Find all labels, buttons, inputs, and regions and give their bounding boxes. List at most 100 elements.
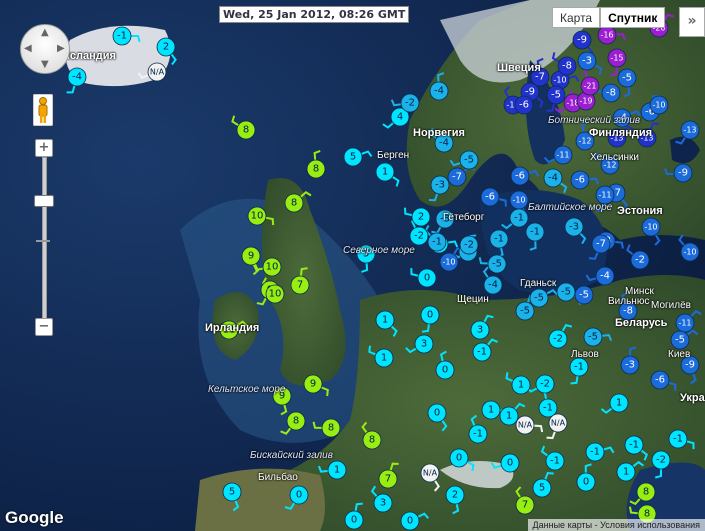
station-marker[interactable]: 7 [378,469,398,489]
station-marker[interactable]: 0 [420,305,440,325]
station-marker[interactable]: 2 [445,485,465,505]
station-marker[interactable]: 2 [411,207,431,227]
station-marker[interactable]: -5 [487,254,507,274]
station-marker[interactable]: -5 [583,327,603,347]
station-marker[interactable]: N/A [147,62,167,82]
station-marker[interactable]: 0 [400,511,420,531]
street-view-pegman-icon[interactable] [33,94,53,126]
station-marker[interactable]: 9 [303,374,323,394]
station-marker[interactable]: -5 [529,288,549,308]
zoom-slider-track[interactable] [42,157,47,319]
station-marker[interactable]: -13 [680,120,700,140]
station-marker[interactable]: -5 [515,301,535,321]
station-marker[interactable]: 1 [511,375,531,395]
station-marker[interactable]: -2 [409,226,429,246]
station-marker[interactable]: 1 [375,310,395,330]
station-marker[interactable]: -21 [580,76,600,96]
station-marker[interactable]: -6 [510,166,530,186]
station-marker[interactable]: -1 [112,26,132,46]
station-marker[interactable]: 1 [499,406,519,426]
station-marker[interactable]: -1 [538,398,558,418]
station-marker[interactable]: -3 [564,217,584,237]
station-marker[interactable]: -10 [509,190,529,210]
station-marker[interactable]: -4 [67,67,87,87]
station-marker[interactable]: -3 [430,175,450,195]
station-marker[interactable]: 8 [636,482,656,502]
satellite-basemap[interactable]: -12-4N/A8881099101071199888751542-23-210… [0,0,705,531]
station-marker[interactable]: -7 [447,167,467,187]
map-type-satellite-button[interactable]: Спутник [600,7,666,28]
station-marker[interactable]: 8 [306,159,326,179]
station-marker[interactable]: -1 [509,208,529,228]
zoom-out-button[interactable]: − [35,318,53,336]
station-marker[interactable]: -2 [630,250,650,270]
station-marker[interactable]: -5 [546,85,566,105]
pan-down-icon[interactable]: ▼ [41,59,49,70]
station-marker[interactable]: N/A [515,415,535,435]
station-marker[interactable]: 0 [576,472,596,492]
station-marker[interactable]: -9 [572,30,592,50]
station-marker[interactable]: 0 [289,485,309,505]
station-marker[interactable]: N/A [420,463,440,483]
station-marker[interactable]: -6 [570,170,590,190]
station-marker[interactable]: -5 [459,150,479,170]
station-marker[interactable]: 8 [284,193,304,213]
station-marker[interactable]: 0 [344,510,364,530]
station-marker[interactable]: -1 [545,451,565,471]
station-marker[interactable]: -11 [553,145,573,165]
station-marker[interactable]: 8 [286,411,306,431]
station-marker[interactable]: -1 [468,424,488,444]
station-marker[interactable]: -2 [651,450,671,470]
station-marker[interactable]: 10 [247,206,267,226]
station-marker[interactable]: -10 [641,217,661,237]
station-marker[interactable]: 1 [616,462,636,482]
station-marker[interactable]: -1 [569,357,589,377]
weather-map[interactable]: -12-4N/A8881099101071199888751542-23-210… [0,0,705,531]
station-marker[interactable]: 1 [375,162,395,182]
station-marker[interactable]: -1 [525,222,545,242]
station-marker[interactable]: 8 [362,430,382,450]
station-marker[interactable]: -1 [489,229,509,249]
station-marker[interactable]: -2 [548,329,568,349]
station-marker[interactable]: 0 [449,448,469,468]
station-marker[interactable]: -1 [668,429,688,449]
station-marker[interactable]: 3 [470,320,490,340]
zoom-slider-thumb[interactable] [34,194,54,207]
station-marker[interactable]: -1 [624,435,644,455]
station-marker[interactable]: -8 [601,83,621,103]
station-marker[interactable]: 1 [609,393,629,413]
station-marker[interactable]: -6 [480,187,500,207]
station-marker[interactable]: -5 [670,330,690,350]
station-marker[interactable]: 1 [327,460,347,480]
station-marker[interactable]: -3 [620,355,640,375]
station-marker[interactable]: -4 [483,275,503,295]
station-marker[interactable]: 0 [427,403,447,423]
pan-control[interactable]: ▲ ▼ ◀ ▶ [20,24,70,74]
station-marker[interactable]: 1 [481,400,501,420]
station-marker[interactable]: -1 [427,232,447,252]
station-marker[interactable]: -15 [607,48,627,68]
station-marker[interactable]: -11 [675,313,695,333]
station-marker[interactable]: -9 [673,163,693,183]
station-marker[interactable]: -6 [650,370,670,390]
map-type-control[interactable]: Карта Спутник [552,7,666,28]
station-marker[interactable]: 3 [373,493,393,513]
station-marker[interactable]: -10 [439,252,459,272]
station-marker[interactable]: 1 [374,348,394,368]
pan-left-icon[interactable]: ◀ [24,43,32,54]
expand-panel-button[interactable]: » [679,7,705,37]
station-marker[interactable]: -4 [429,81,449,101]
station-marker[interactable]: -2 [535,374,555,394]
station-marker[interactable]: 0 [435,360,455,380]
station-marker[interactable]: -2 [400,93,420,113]
station-marker[interactable]: 10 [265,284,285,304]
zoom-in-button[interactable]: + [35,139,53,157]
map-type-map-button[interactable]: Карта [552,7,601,28]
station-marker[interactable]: N/A [548,413,568,433]
station-marker[interactable]: 9 [241,246,261,266]
station-marker[interactable]: -8 [557,56,577,76]
station-marker[interactable]: -5 [556,282,576,302]
station-marker[interactable]: 2 [156,37,176,57]
station-marker[interactable]: -1 [472,342,492,362]
station-marker[interactable]: 5 [222,482,242,502]
